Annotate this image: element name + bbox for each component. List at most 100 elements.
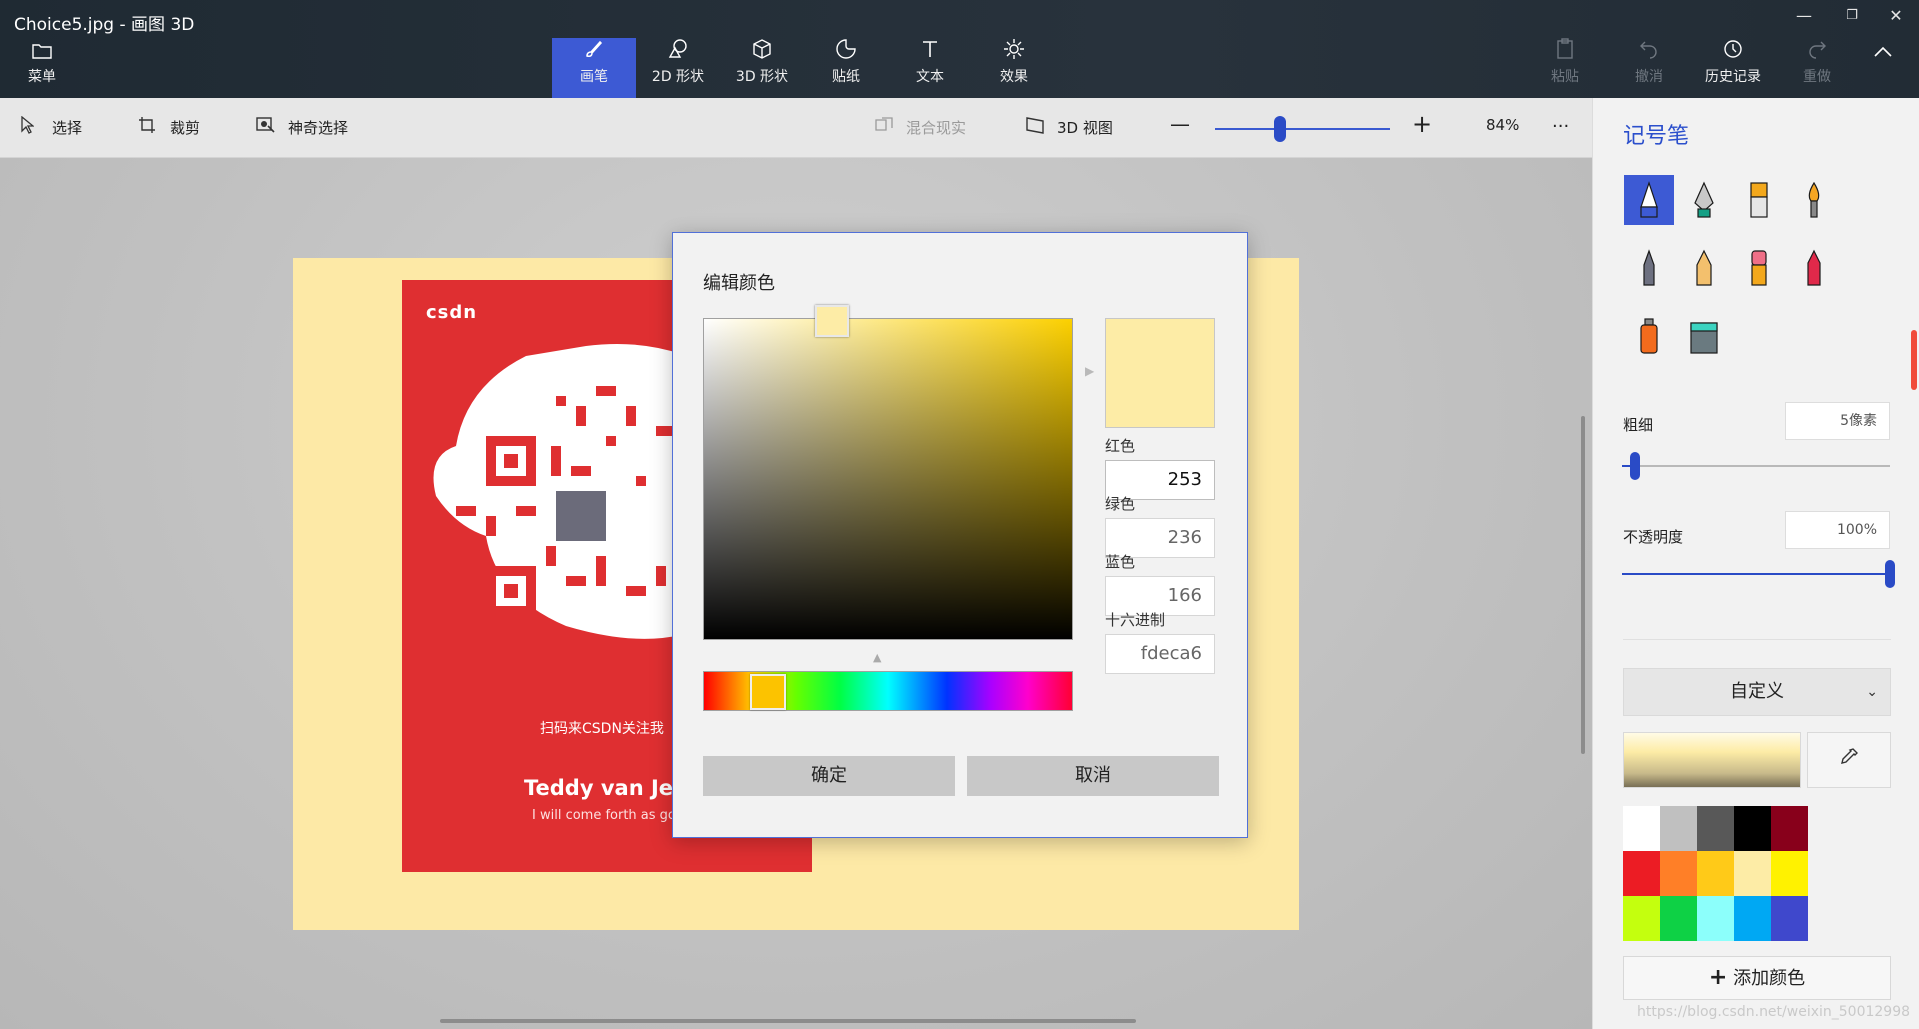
tab-effects[interactable]: 效果 [972,38,1056,98]
opacity-slider-track[interactable] [1622,573,1890,575]
redo-button[interactable]: 重做 [1775,38,1859,98]
horizontal-scrollbar[interactable] [440,1019,1136,1023]
crayon-button[interactable] [1789,243,1839,293]
eraser-button[interactable] [1734,243,1784,293]
minimize-button[interactable]: — [1784,4,1824,28]
crop-tool[interactable]: 裁剪 [138,116,200,140]
chevron-up-icon [1853,38,1913,66]
palette-swatch[interactable] [1623,896,1660,941]
oil-brush-button[interactable] [1734,175,1784,225]
brush-settings-panel: 记号笔 粗细 不透明度 自定义 ⌄ + 添加颜色 [1592,98,1919,1029]
thickness-slider-track[interactable] [1622,465,1890,467]
zoom-out-button[interactable]: — [1170,112,1190,136]
redo-label: 重做 [1803,69,1831,85]
spray-can-icon [1640,318,1658,354]
spray-can-button[interactable] [1624,311,1674,361]
mixed-reality-label: 混合现实 [906,119,967,137]
panel-scrollbar[interactable] [1911,330,1917,390]
palette-swatch[interactable] [1660,806,1697,851]
tab-stickers[interactable]: 贴纸 [804,38,888,98]
eraser-icon [1751,250,1767,286]
palette-swatch[interactable] [1771,851,1808,896]
opacity-value[interactable]: 100% [1785,511,1890,549]
palette-swatch[interactable] [1734,851,1771,896]
tab-3d-shapes[interactable]: 3D 形状 [720,38,804,98]
thickness-slider-thumb[interactable] [1630,452,1640,480]
3d-view-icon [1025,116,1047,139]
history-label: 历史记录 [1705,69,1761,85]
magic-select-label: 神奇选择 [288,119,349,137]
zoom-slider-thumb[interactable] [1273,116,1286,142]
mixed-reality-button[interactable]: 混合现实 [874,116,966,140]
zoom-slider-track[interactable] [1215,128,1390,130]
color-mode-dropdown[interactable]: 自定义 ⌄ [1623,668,1891,716]
crop-label: 裁剪 [170,119,201,137]
fill-bucket-button[interactable] [1679,311,1729,361]
palette-swatch[interactable] [1623,806,1660,851]
undo-icon [1607,38,1691,66]
history-icon [1691,38,1775,66]
ok-button[interactable]: 确定 [703,756,955,796]
color-mode-value: 自定义 [1730,681,1784,702]
palette-swatch[interactable] [1771,896,1808,941]
palette-swatch[interactable] [1697,806,1734,851]
watercolor-icon [1808,181,1820,218]
current-color-swatch[interactable] [1623,732,1801,788]
caret-up-icon: ▲ [873,651,882,664]
palette-swatch[interactable] [1660,851,1697,896]
palette-swatch[interactable] [1734,896,1771,941]
title-ribbon-bar: Choice5.jpg - 画图 3D — ❐ ✕ 菜单 画笔 2D 形状 3D… [0,0,1919,98]
hex-input[interactable]: fdeca6 [1105,634,1215,674]
menu-button[interactable]: 菜单 [0,38,84,98]
pencil-button[interactable] [1679,243,1729,293]
vertical-scrollbar[interactable] [1581,416,1585,754]
watercolor-button[interactable] [1789,175,1839,225]
saturation-picker-handle[interactable] [815,305,849,337]
palette-swatch[interactable] [1734,806,1771,851]
tab-brushes[interactable]: 画笔 [552,38,636,98]
crop-icon [138,116,160,139]
undo-button[interactable]: 撤消 [1607,38,1691,98]
tab-text[interactable]: 文本 [888,38,972,98]
watermark: https://blog.csdn.net/weixin_50012998 [1637,1004,1911,1020]
paste-button[interactable]: 粘贴 [1523,38,1607,98]
thickness-value[interactable]: 5像素 [1785,402,1890,440]
pixel-pen-icon [1643,249,1655,286]
palette-swatch[interactable] [1623,851,1660,896]
palette-swatch[interactable] [1771,806,1808,851]
hue-slider-handle[interactable] [750,674,786,710]
folder-icon [0,38,84,66]
saturation-value-picker[interactable] [703,318,1073,640]
hex-label: 十六进制 [1105,611,1166,629]
add-color-button[interactable]: + 添加颜色 [1623,956,1891,1000]
3d-view-toggle[interactable]: 3D 视图 [1025,116,1113,140]
caret-right-icon: ▶ [1085,364,1095,378]
select-tool[interactable]: 选择 [20,115,82,140]
magic-select-tool[interactable]: 神奇选择 [256,116,348,140]
collapse-ribbon-button[interactable] [1853,38,1913,98]
more-options-button[interactable]: ··· [1552,116,1569,140]
calligraphy-pen-button[interactable] [1679,175,1729,225]
close-button[interactable]: ✕ [1876,4,1916,28]
sun-icon [972,38,1056,66]
tab-2d-shapes[interactable]: 2D 形状 [636,38,720,98]
sticker-icon [804,38,888,66]
cancel-button[interactable]: 取消 [967,756,1219,796]
tab-label: 文本 [916,69,944,85]
pixel-pen-button[interactable] [1624,243,1674,293]
pencil-icon [1696,249,1712,286]
palette-swatch[interactable] [1660,896,1697,941]
restore-button[interactable]: ❐ [1832,4,1872,28]
marker-brush-button[interactable] [1624,175,1674,225]
history-button[interactable]: 历史记录 [1691,38,1775,98]
panel-title: 记号笔 [1623,124,1690,149]
paste-label: 粘贴 [1551,69,1579,85]
zoom-in-button[interactable]: + [1412,110,1432,138]
eyedropper-button[interactable] [1807,732,1891,788]
opacity-slider-thumb[interactable] [1885,560,1895,588]
green-label: 绿色 [1105,495,1136,513]
palette-swatch[interactable] [1697,851,1734,896]
3d-view-label: 3D 视图 [1057,119,1113,137]
palette-swatch[interactable] [1697,896,1734,941]
plus-icon: + [1412,110,1433,138]
